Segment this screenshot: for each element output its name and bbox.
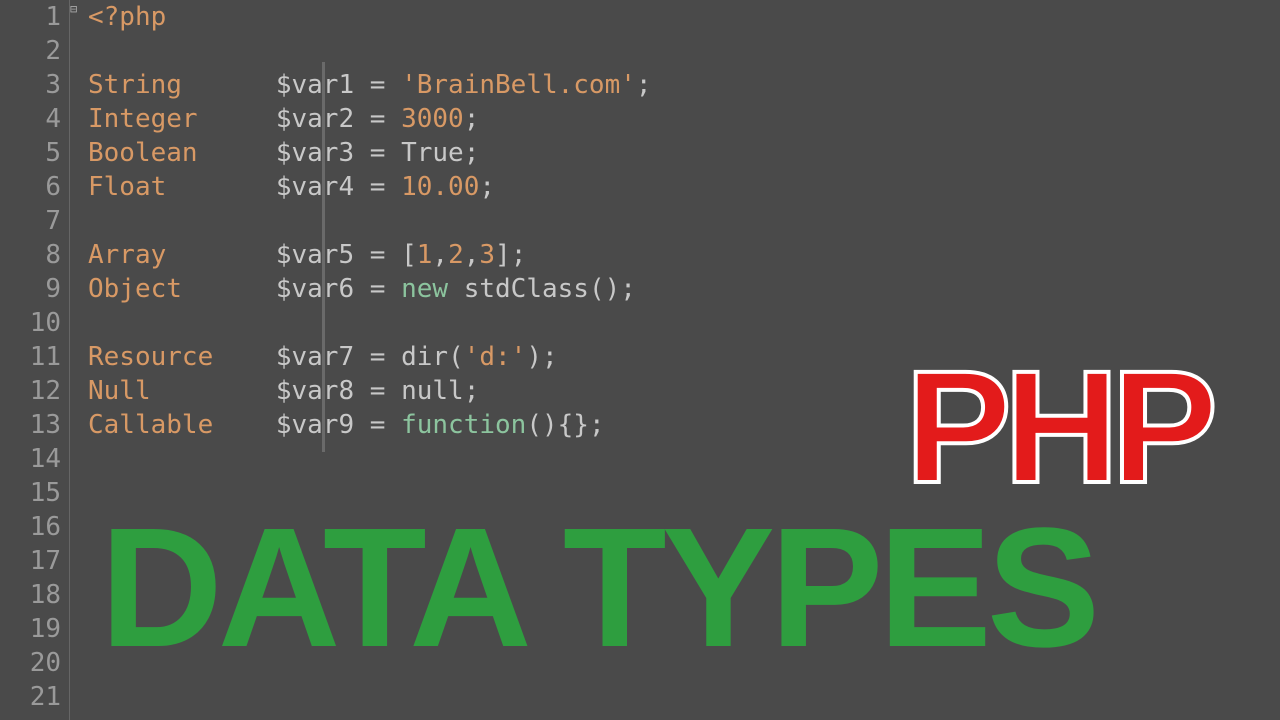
code-line: Integer $var2 = 3000; <box>88 102 1280 136</box>
line-number: 5 <box>0 136 61 170</box>
line-number: 3 <box>0 68 61 102</box>
line-number: 16 <box>0 510 61 544</box>
code-line: Array $var5 = [1,2,3]; <box>88 238 1280 272</box>
code-line <box>88 204 1280 238</box>
line-number: 1 <box>0 0 61 34</box>
line-number: 18 <box>0 578 61 612</box>
overlay-title-datatypes: DATA TYPES <box>100 490 1095 686</box>
line-number: 9 <box>0 272 61 306</box>
code-line: String $var1 = 'BrainBell.com'; <box>88 68 1280 102</box>
line-number: 10 <box>0 306 61 340</box>
line-number: 20 <box>0 646 61 680</box>
line-number: 19 <box>0 612 61 646</box>
line-number: 14 <box>0 442 61 476</box>
code-line: Boolean $var3 = True; <box>88 136 1280 170</box>
code-line: Float $var4 = 10.00; <box>88 170 1280 204</box>
line-number: 6 <box>0 170 61 204</box>
code-line <box>88 34 1280 68</box>
line-number: 11 <box>0 340 61 374</box>
line-number: 2 <box>0 34 61 68</box>
line-number: 17 <box>0 544 61 578</box>
code-line: <?php <box>88 0 1280 34</box>
column-divider <box>322 62 325 452</box>
line-number: 7 <box>0 204 61 238</box>
line-number: 8 <box>0 238 61 272</box>
line-number: 15 <box>0 476 61 510</box>
line-number: 13 <box>0 408 61 442</box>
fold-collapse-icon[interactable]: ⊟ <box>70 2 82 14</box>
code-line: Object $var6 = new stdClass(); <box>88 272 1280 306</box>
line-number: 4 <box>0 102 61 136</box>
line-number: 21 <box>0 680 61 714</box>
line-number-gutter: 123456789101112131415161718192021 <box>0 0 70 720</box>
line-number: 12 <box>0 374 61 408</box>
